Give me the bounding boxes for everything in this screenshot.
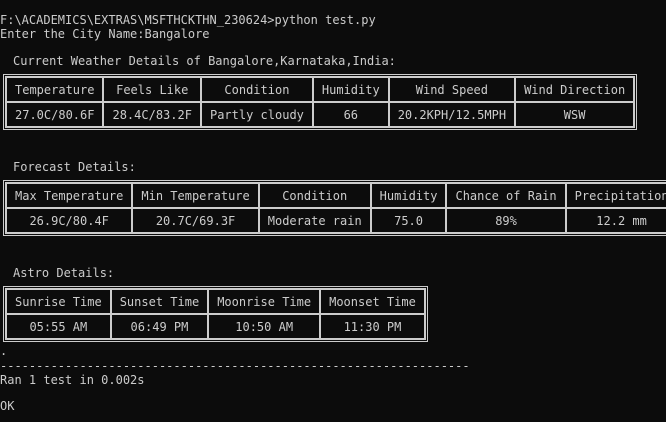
value-chance-of-rain: 89% <box>446 208 566 233</box>
table-row: 27.0C/80.6F 28.4C/83.2F Partly cloudy 66… <box>6 102 635 127</box>
table-row: 26.9C/80.4F 20.7C/69.3F Moderate rain 75… <box>6 208 666 233</box>
test-progress-dot: . <box>0 344 8 358</box>
value-moonrise-time: 10:50 AM <box>208 314 321 339</box>
table-row: 05:55 AM 06:49 PM 10:50 AM 11:30 PM <box>6 314 425 339</box>
astro-table: Sunrise Time Sunset Time Moonrise Time M… <box>3 286 428 342</box>
header-wind-direction: Wind Direction <box>515 77 635 102</box>
header-min-temperature: Min Temperature <box>132 183 259 208</box>
header-wind-speed: Wind Speed <box>388 77 516 102</box>
header-humidity: Humidity <box>370 183 447 208</box>
value-wind-speed: 20.2KPH/12.5MPH <box>388 102 516 127</box>
value-humidity: 75.0 <box>370 208 447 233</box>
header-moonset-time: Moonset Time <box>320 289 425 314</box>
header-feels-like: Feels Like <box>103 77 201 102</box>
value-feels-like: 28.4C/83.2F <box>103 102 201 127</box>
table-header-row: Max Temperature Min Temperature Conditio… <box>6 183 666 208</box>
current-weather-table: Temperature Feels Like Condition Humidit… <box>3 74 638 130</box>
separator-line: ----------------------------------------… <box>0 360 470 373</box>
value-precipitation: 12.2 mm <box>565 208 666 233</box>
city-prompt-line: Enter the City Name:Bangalore <box>0 27 210 41</box>
value-min-temperature: 20.7C/69.3F <box>132 208 259 233</box>
value-condition: Partly cloudy <box>200 102 313 127</box>
test-summary-line: Ran 1 test in 0.002s <box>0 373 145 387</box>
astro-title: Astro Details: <box>13 266 115 280</box>
header-condition: Condition <box>200 77 313 102</box>
value-humidity: 66 <box>312 102 389 127</box>
forecast-table: Max Temperature Min Temperature Conditio… <box>3 180 666 236</box>
table-header-row: Sunrise Time Sunset Time Moonrise Time M… <box>6 289 425 314</box>
header-condition: Condition <box>258 183 371 208</box>
forecast-title: Forecast Details: <box>13 160 136 174</box>
value-sunset-time: 06:49 PM <box>110 314 209 339</box>
header-sunrise-time: Sunrise Time <box>6 289 111 314</box>
test-status-line: OK <box>0 399 15 413</box>
current-weather-title: Current Weather Details of Bangalore,Kar… <box>13 54 396 68</box>
value-max-temperature: 26.9C/80.4F <box>6 208 133 233</box>
command-line: F:\ACADEMICS\EXTRAS\MSFTHCKTHN_230624>py… <box>0 13 376 27</box>
header-max-temperature: Max Temperature <box>6 183 133 208</box>
value-temperature: 27.0C/80.6F <box>6 102 104 127</box>
header-sunset-time: Sunset Time <box>110 289 209 314</box>
header-chance-of-rain: Chance of Rain <box>446 183 566 208</box>
table-header-row: Temperature Feels Like Condition Humidit… <box>6 77 635 102</box>
header-moonrise-time: Moonrise Time <box>208 289 321 314</box>
value-moonset-time: 11:30 PM <box>320 314 425 339</box>
header-precipitation: Precipitation <box>565 183 666 208</box>
value-condition: Moderate rain <box>258 208 371 233</box>
header-temperature: Temperature <box>6 77 104 102</box>
value-sunrise-time: 05:55 AM <box>6 314 111 339</box>
value-wind-direction: WSW <box>515 102 635 127</box>
header-humidity: Humidity <box>312 77 389 102</box>
